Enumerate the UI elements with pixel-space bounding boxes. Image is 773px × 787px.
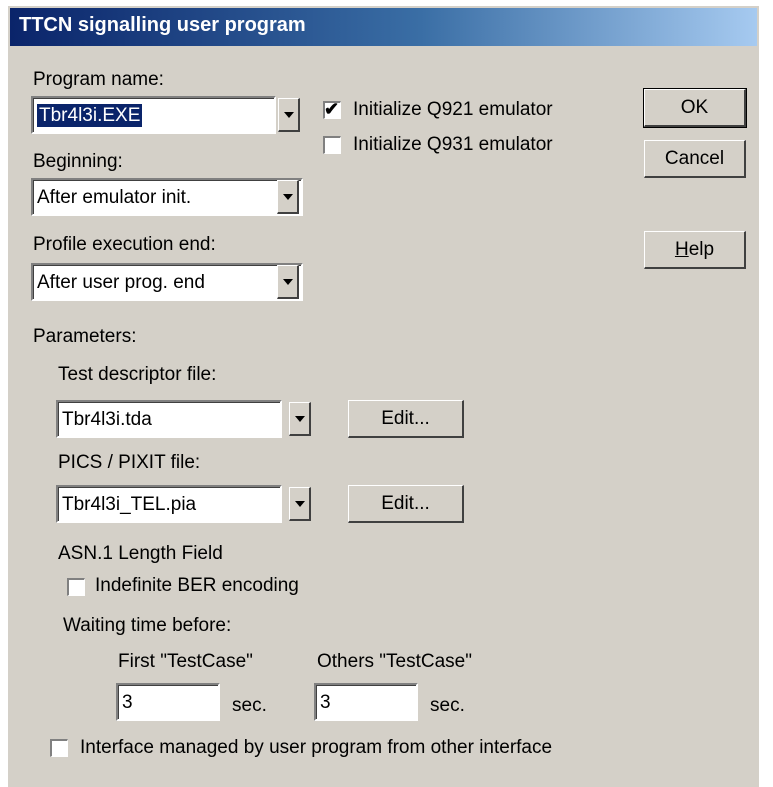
- init-q921-label[interactable]: Initialize Q921 emulator: [353, 99, 553, 121]
- asn-length-label: ASN.1 Length Field: [58, 543, 223, 564]
- pics-pixit-edit-button[interactable]: Edit...: [348, 485, 464, 523]
- test-descriptor-dropdown-button[interactable]: [289, 402, 311, 436]
- window-title: TTCN signalling user program: [19, 14, 306, 36]
- interface-managed-label[interactable]: Interface managed by user program from o…: [80, 737, 552, 759]
- parameters-label: Parameters:: [33, 326, 137, 347]
- profile-end-dropdown-button[interactable]: [277, 265, 299, 299]
- others-testcase-label: Others "TestCase": [317, 651, 472, 672]
- profile-end-label: Profile execution end:: [33, 234, 216, 255]
- beginning-select[interactable]: After emulator init.: [31, 178, 303, 216]
- waiting-time-label: Waiting time before:: [63, 615, 232, 636]
- indefinite-ber-checkbox[interactable]: [67, 578, 85, 596]
- first-testcase-wait-input[interactable]: 3: [116, 683, 220, 721]
- interface-managed-checkbox[interactable]: [50, 739, 68, 757]
- init-q931-label[interactable]: Initialize Q931 emulator: [353, 134, 553, 156]
- checkmark-icon: ✔: [324, 99, 340, 119]
- test-descriptor-edit-button[interactable]: Edit...: [348, 400, 464, 438]
- pics-pixit-dropdown-button[interactable]: [289, 487, 311, 521]
- ok-button[interactable]: OK: [643, 88, 747, 128]
- indefinite-ber-label[interactable]: Indefinite BER encoding: [95, 575, 299, 597]
- program-name-input[interactable]: Tbr4l3i.EXE: [31, 96, 276, 134]
- chevron-down-icon: [283, 194, 293, 200]
- pics-pixit-value: Tbr4l3i_TEL.pia: [62, 494, 197, 515]
- dialog-window: TTCN signalling user program Program nam…: [7, 5, 759, 787]
- beginning-value: After emulator init.: [37, 187, 192, 208]
- program-name-label: Program name:: [33, 69, 164, 90]
- pics-pixit-input[interactable]: Tbr4l3i_TEL.pia: [56, 485, 282, 523]
- chevron-down-icon: [284, 112, 294, 118]
- first-testcase-unit: sec.: [232, 695, 267, 716]
- first-testcase-wait-value: 3: [122, 692, 133, 713]
- title-bar[interactable]: TTCN signalling user program: [10, 8, 757, 46]
- others-testcase-wait-value: 3: [320, 692, 331, 713]
- chevron-down-icon: [295, 416, 305, 422]
- chevron-down-icon: [295, 501, 305, 507]
- others-testcase-unit: sec.: [430, 695, 465, 716]
- pics-pixit-label: PICS / PIXIT file:: [58, 452, 201, 473]
- first-testcase-label: First "TestCase": [118, 651, 253, 672]
- profile-end-select[interactable]: After user prog. end: [31, 263, 303, 301]
- init-q931-checkbox[interactable]: [323, 136, 341, 154]
- program-name-dropdown-button[interactable]: [278, 98, 300, 132]
- help-button[interactable]: Help: [644, 231, 746, 269]
- test-descriptor-label: Test descriptor file:: [58, 364, 217, 385]
- chevron-down-icon: [283, 279, 293, 285]
- profile-end-value: After user prog. end: [37, 272, 205, 293]
- beginning-label: Beginning:: [33, 151, 123, 172]
- init-q921-checkbox[interactable]: ✔: [323, 99, 341, 119]
- test-descriptor-value: Tbr4l3i.tda: [62, 409, 152, 430]
- others-testcase-wait-input[interactable]: 3: [314, 683, 418, 721]
- cancel-button[interactable]: Cancel: [644, 140, 746, 178]
- program-name-value: Tbr4l3i.EXE: [35, 103, 144, 128]
- beginning-dropdown-button[interactable]: [277, 180, 299, 214]
- test-descriptor-input[interactable]: Tbr4l3i.tda: [56, 400, 282, 438]
